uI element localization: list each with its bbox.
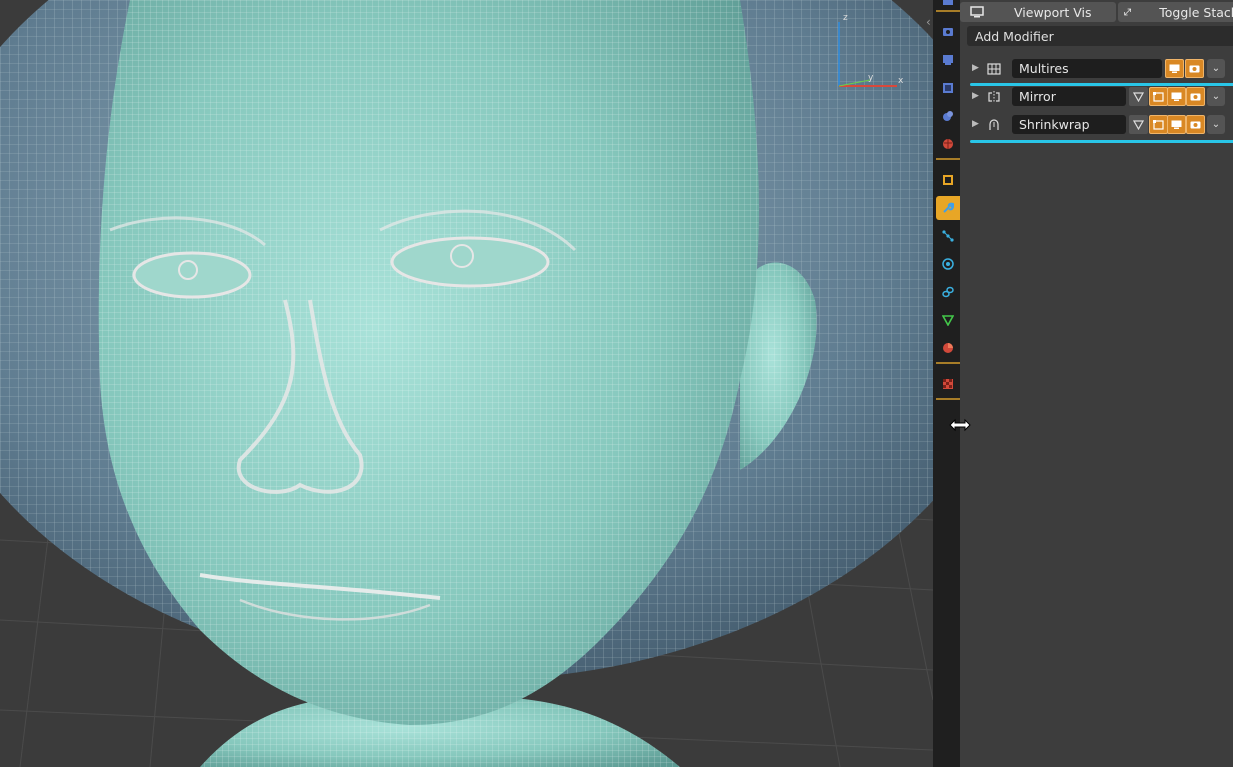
tab-divider — [936, 158, 960, 160]
modifier-header-row: Viewport Vis Toggle Stack — [960, 0, 1233, 24]
monitor-icon — [970, 6, 984, 18]
toggle-stack-label: Toggle Stack — [1159, 4, 1233, 20]
view-layer-icon — [943, 83, 953, 93]
data-tab[interactable] — [936, 308, 960, 332]
texture-icon — [943, 379, 953, 389]
monitor-icon — [1169, 64, 1180, 73]
vertex-triangle-icon — [1133, 119, 1144, 130]
add-modifier-button[interactable]: Add Modifier — [967, 26, 1233, 46]
scene-icon — [943, 111, 953, 121]
monitor-icon — [1171, 120, 1182, 129]
modifier-name-field[interactable]: Multires — [1012, 59, 1162, 78]
view-layer-tab[interactable] — [936, 76, 960, 100]
object-tab[interactable] — [936, 168, 960, 192]
edit-mode-toggle[interactable] — [1149, 115, 1168, 134]
object-icon — [943, 175, 953, 185]
wrench-icon — [943, 202, 954, 213]
edit-mode-cage-toggle[interactable] — [1129, 115, 1148, 134]
tab-divider — [936, 362, 960, 364]
modifier-dropdown-button[interactable]: ⌄ — [1207, 87, 1225, 106]
world-icon — [943, 139, 953, 149]
show-in-viewport-toggle[interactable] — [1167, 115, 1186, 134]
modifier-shrinkwrap[interactable]: ▶ Shrinkwrap ⌄ — [967, 113, 1233, 137]
viewport-vis-label: Viewport Vis — [1014, 4, 1092, 20]
constraints-tab[interactable] — [936, 280, 960, 304]
selection-highlight — [970, 140, 1233, 143]
physics-icon — [942, 258, 954, 270]
resize-cursor-icon — [949, 418, 971, 432]
viewport-scene: z y x ‹ — [0, 0, 933, 767]
add-modifier-label: Add Modifier — [975, 28, 1054, 44]
expand-arrow-icon[interactable]: ▶ — [972, 63, 979, 73]
modifier-dropdown-button[interactable]: ⌄ — [1207, 115, 1225, 134]
monitor-icon — [1171, 92, 1182, 101]
mirror-icon — [988, 91, 1000, 103]
properties-tab-strip — [933, 0, 960, 767]
edit-mode-toggle[interactable] — [1149, 87, 1168, 106]
expand-arrows-icon — [1124, 8, 1132, 16]
show-in-render-toggle[interactable] — [1185, 59, 1204, 78]
multires-icon — [987, 63, 1001, 75]
show-in-render-toggle[interactable] — [1186, 115, 1205, 134]
edit-mode-icon — [1153, 119, 1164, 130]
render-icon — [943, 28, 953, 36]
tool-icon — [943, 0, 953, 5]
show-in-viewport-toggle[interactable] — [1165, 59, 1184, 78]
constraints-icon — [942, 286, 954, 298]
axis-y-label: y — [868, 73, 874, 83]
edit-mode-icon — [1153, 91, 1164, 102]
toggle-stack-button[interactable]: Toggle Stack — [1118, 2, 1233, 22]
vertex-triangle-icon — [1133, 91, 1144, 102]
expand-arrow-icon[interactable]: ▶ — [972, 91, 979, 101]
scene-tab[interactable] — [936, 104, 960, 128]
particles-tab[interactable] — [936, 224, 960, 248]
properties-panel: Viewport Vis Toggle Stack Add Modifier ▶… — [960, 0, 1233, 767]
show-in-render-toggle[interactable] — [1186, 87, 1205, 106]
camera-icon — [1190, 93, 1201, 101]
output-tab[interactable] — [936, 48, 960, 72]
show-in-viewport-toggle[interactable] — [1167, 87, 1186, 106]
tab-divider — [936, 398, 960, 400]
modifier-dropdown-button[interactable]: ⌄ — [1207, 59, 1225, 78]
output-icon — [943, 55, 953, 65]
shrinkwrap-icon — [989, 119, 999, 130]
expand-arrow-icon[interactable]: ▶ — [972, 119, 979, 129]
mesh-data-icon — [942, 315, 954, 326]
material-tab[interactable] — [936, 336, 960, 360]
physics-tab[interactable] — [936, 252, 960, 276]
camera-icon — [1190, 121, 1201, 129]
viewport-vis-button[interactable]: Viewport Vis — [960, 2, 1116, 22]
collapse-sidebar-icon: ‹ — [926, 15, 931, 29]
edit-mode-cage-toggle[interactable] — [1129, 87, 1148, 106]
texture-tab[interactable] — [936, 372, 960, 396]
modifier-tab[interactable] — [936, 196, 960, 220]
3d-viewport[interactable]: z y x ‹ — [0, 0, 933, 767]
modifier-name-field[interactable]: Shrinkwrap — [1012, 115, 1126, 134]
modifier-mirror[interactable]: ▶ Mirror ⌄ — [967, 85, 1233, 109]
material-icon — [943, 343, 953, 353]
modifier-name-field[interactable]: Mirror — [1012, 87, 1126, 106]
axis-z-label: z — [843, 13, 848, 23]
modifier-multires[interactable]: ▶ Multires ⌄ — [967, 57, 1233, 81]
axis-x-label: x — [898, 76, 904, 86]
tab-divider — [936, 10, 960, 12]
camera-icon — [1189, 65, 1200, 73]
render-tab[interactable] — [936, 20, 960, 44]
world-tab[interactable] — [936, 132, 960, 156]
particles-icon — [942, 230, 954, 242]
